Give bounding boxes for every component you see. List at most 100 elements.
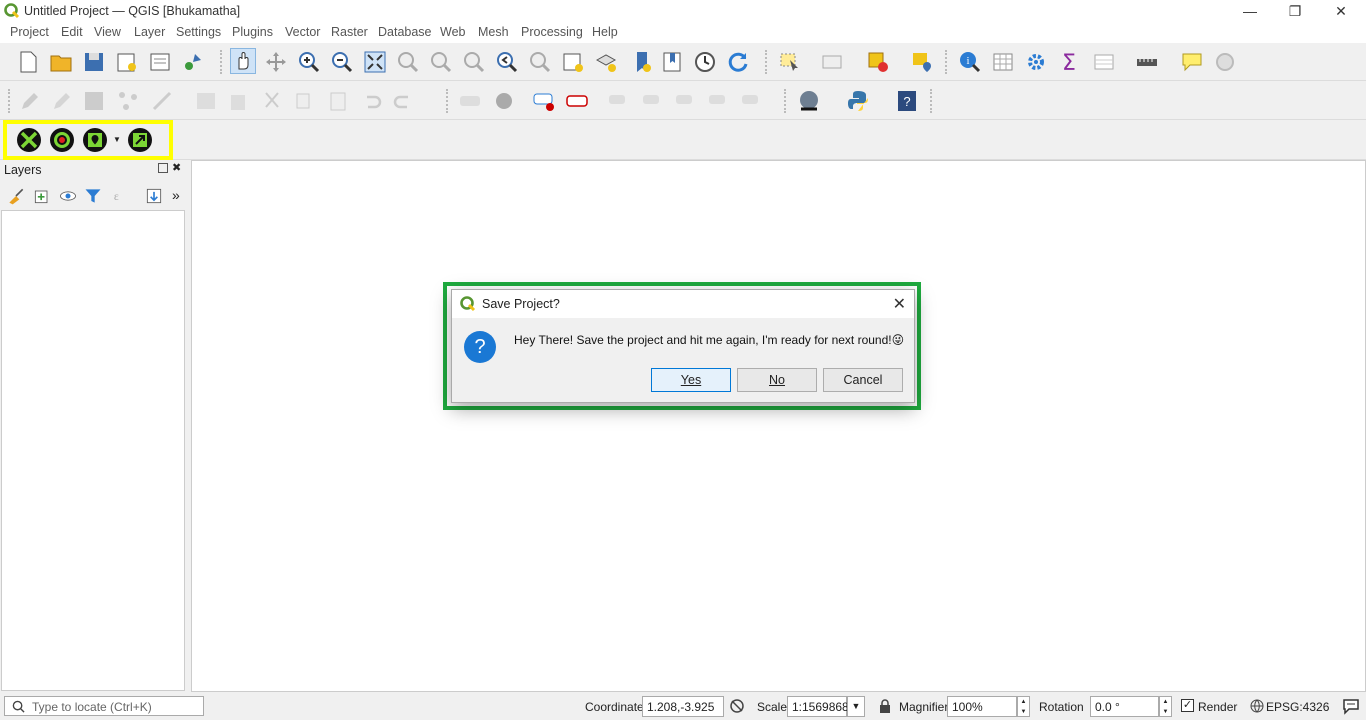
- zoom-native-icon[interactable]: [462, 50, 486, 74]
- measure-line-icon[interactable]: [1135, 50, 1159, 74]
- locator-search[interactable]: Type to locate (Ctrl+K): [4, 696, 204, 716]
- toolbar-grip[interactable]: [945, 50, 949, 74]
- delete-selected-icon[interactable]: [226, 89, 250, 113]
- select-by-value-icon[interactable]: [820, 50, 844, 74]
- gps-settings-icon[interactable]: [1213, 50, 1237, 74]
- zoom-in-icon[interactable]: [297, 50, 321, 74]
- expand-all-icon[interactable]: [144, 186, 164, 206]
- attribute-table-icon[interactable]: [991, 50, 1015, 74]
- select-location-icon[interactable]: [910, 50, 934, 74]
- scale-dropdown-icon[interactable]: ▼: [847, 696, 865, 717]
- save-project-icon[interactable]: [82, 50, 106, 74]
- current-edits-icon[interactable]: [18, 89, 42, 113]
- change-label-icon[interactable]: [706, 89, 730, 113]
- layers-tree[interactable]: [1, 210, 185, 691]
- dialog-close-icon[interactable]: ✕: [893, 294, 906, 314]
- menu-layer[interactable]: Layer: [134, 25, 165, 39]
- toolbar-grip[interactable]: [765, 50, 769, 74]
- zoom-next-icon[interactable]: [528, 50, 552, 74]
- zoom-out-icon[interactable]: [330, 50, 354, 74]
- new-map-view-icon[interactable]: [561, 50, 585, 74]
- undo-icon[interactable]: [359, 89, 383, 113]
- move-label-icon[interactable]: [606, 89, 630, 113]
- vertex-tool-icon[interactable]: [150, 89, 174, 113]
- map-tips-icon[interactable]: [1180, 50, 1204, 74]
- magnifier-field[interactable]: 100%: [947, 696, 1017, 717]
- manage-visibility-icon[interactable]: [58, 186, 78, 206]
- minimize-button[interactable]: —: [1227, 0, 1273, 22]
- label-properties-icon[interactable]: [739, 89, 763, 113]
- coordinate-field[interactable]: 1.208,-3.925: [642, 696, 724, 717]
- close-window-button[interactable]: ✕: [1318, 0, 1364, 22]
- modify-attributes-icon[interactable]: [194, 89, 218, 113]
- map-canvas[interactable]: [191, 160, 1366, 692]
- add-group-icon[interactable]: [32, 186, 52, 206]
- render-checkbox[interactable]: ✓: [1181, 699, 1194, 712]
- rotation-spinner-icon[interactable]: ▲ ▼: [1159, 696, 1172, 717]
- more-tools-icon[interactable]: »: [172, 187, 180, 203]
- pin-labels-icon[interactable]: [532, 89, 556, 113]
- highlight-labels-icon[interactable]: [565, 89, 589, 113]
- restore-button[interactable]: ❐: [1272, 0, 1318, 22]
- open-layer-styling-icon[interactable]: [6, 186, 26, 206]
- zoom-last-icon[interactable]: [495, 50, 519, 74]
- menu-help[interactable]: Help: [592, 25, 618, 39]
- close-panel-icon[interactable]: ✖: [172, 161, 181, 174]
- save-layer-edits-icon[interactable]: [82, 89, 106, 113]
- style-manager-icon[interactable]: [181, 50, 205, 74]
- menu-plugins[interactable]: Plugins: [232, 25, 273, 39]
- crs-globe-icon[interactable]: [1250, 699, 1264, 713]
- new-project-icon[interactable]: [16, 50, 40, 74]
- temporal-controller-icon[interactable]: [693, 50, 717, 74]
- menu-vector[interactable]: Vector: [285, 25, 320, 39]
- new-spatial-bookmark-icon[interactable]: [630, 50, 654, 74]
- plugin-globe-icon[interactable]: [797, 89, 821, 113]
- rotate-label-icon[interactable]: [673, 89, 697, 113]
- new-3d-map-view-icon[interactable]: [594, 50, 618, 74]
- diagram-options-icon[interactable]: [492, 89, 516, 113]
- menu-raster[interactable]: Raster: [331, 25, 368, 39]
- pan-to-selection-icon[interactable]: [264, 50, 288, 74]
- layout-manager-icon[interactable]: [148, 50, 172, 74]
- show-bookmarks-icon[interactable]: [660, 50, 684, 74]
- menu-mesh[interactable]: Mesh: [478, 25, 509, 39]
- refresh-icon[interactable]: [726, 50, 750, 74]
- lock-scale-icon[interactable]: [878, 698, 892, 714]
- open-project-icon[interactable]: [49, 50, 73, 74]
- new-print-layout-icon[interactable]: [115, 50, 139, 74]
- scale-field[interactable]: 1:1569868: [787, 696, 849, 717]
- toolbar-grip[interactable]: [8, 89, 12, 113]
- toolbar-grip[interactable]: [446, 89, 450, 113]
- redo-icon[interactable]: [392, 89, 416, 113]
- copy-features-icon[interactable]: [292, 89, 316, 113]
- deselect-features-icon[interactable]: [866, 50, 890, 74]
- yes-button[interactable]: Yes: [651, 368, 731, 392]
- identify-features-icon[interactable]: i: [958, 50, 982, 74]
- processing-toolbox-icon[interactable]: [1024, 50, 1048, 74]
- rotation-field[interactable]: 0.0 °: [1090, 696, 1159, 717]
- filter-by-expression-icon[interactable]: ε: [108, 186, 128, 206]
- attribute-table-menu-icon[interactable]: [1092, 50, 1116, 74]
- menu-view[interactable]: View: [94, 25, 121, 39]
- pan-map-icon[interactable]: [230, 48, 256, 74]
- toolbar-grip[interactable]: [220, 50, 224, 74]
- no-button[interactable]: No: [737, 368, 817, 392]
- menu-database[interactable]: Database: [378, 25, 432, 39]
- statistical-summary-icon[interactable]: Σ: [1057, 50, 1081, 74]
- zoom-to-layer-icon[interactable]: [429, 50, 453, 74]
- menu-settings[interactable]: Settings: [176, 25, 221, 39]
- label-options-icon[interactable]: [458, 89, 482, 113]
- help-contents-icon[interactable]: ?: [895, 89, 919, 113]
- zoom-full-icon[interactable]: [363, 50, 387, 74]
- paste-features-icon[interactable]: [326, 89, 350, 113]
- add-feature-icon[interactable]: [116, 89, 140, 113]
- toolbar-grip[interactable]: [784, 89, 788, 113]
- menu-project[interactable]: Project: [10, 25, 49, 39]
- magnifier-spinner-icon[interactable]: ▲ ▼: [1017, 696, 1030, 717]
- menu-processing[interactable]: Processing: [521, 25, 583, 39]
- cut-features-icon[interactable]: [260, 89, 284, 113]
- toggle-extents-icon[interactable]: [729, 698, 745, 714]
- python-console-icon[interactable]: [846, 89, 870, 113]
- toolbar-grip[interactable]: [930, 89, 934, 113]
- menu-edit[interactable]: Edit: [61, 25, 83, 39]
